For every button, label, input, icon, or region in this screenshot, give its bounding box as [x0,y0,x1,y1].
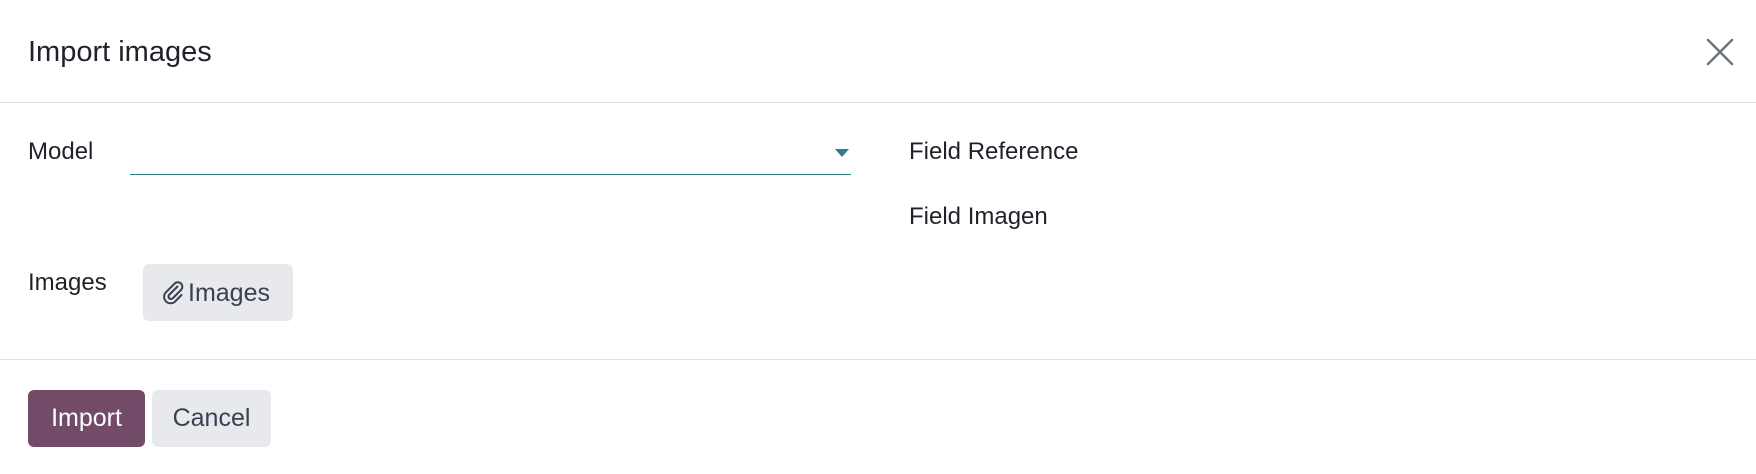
close-icon[interactable] [1700,32,1740,72]
import-button[interactable]: Import [28,390,145,447]
field-image-label: Field Imagen [909,203,1048,230]
dialog-header: Import images [0,0,1756,103]
images-upload-button[interactable]: Images [143,264,293,321]
model-select[interactable] [130,133,851,175]
dialog-body: Model Field Reference Field Imagen Image… [0,103,1756,360]
model-label: Model [28,138,94,165]
dialog-footer: Import Cancel [0,360,1756,474]
cancel-button[interactable]: Cancel [152,390,271,447]
import-images-dialog: Import images Model Field Reference Fiel… [0,0,1756,474]
images-upload-button-label: Images [188,279,270,307]
caret-down-icon [835,149,849,157]
field-reference-label: Field Reference [909,138,1079,165]
paperclip-icon [163,281,184,305]
images-label: Images [28,269,107,296]
dialog-title: Import images [28,36,212,68]
